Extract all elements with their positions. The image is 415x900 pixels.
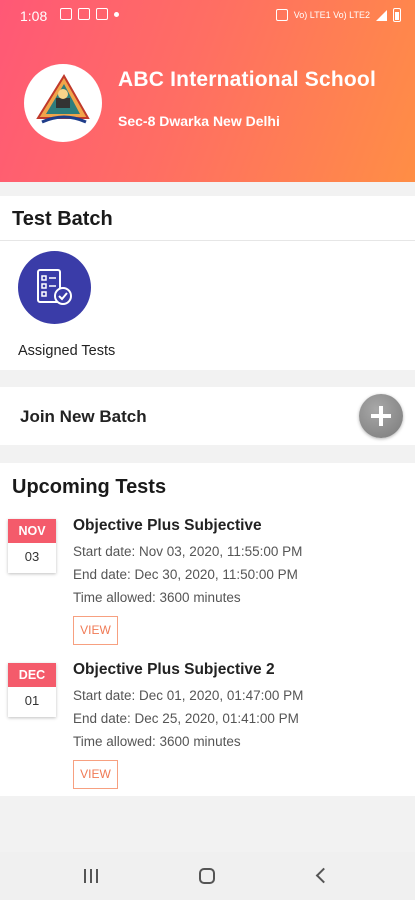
recents-icon[interactable] [84, 869, 100, 883]
status-time: 1:08 [20, 8, 48, 24]
test-start-date: Start date: Dec 01, 2020, 01:47:00 PM [73, 688, 304, 703]
upcoming-tests-title: Upcoming Tests [12, 476, 167, 498]
battery-icon [393, 8, 401, 22]
system-nav-bar [0, 852, 415, 900]
test-item: DEC 01 Objective Plus Subjective 2 Start… [0, 659, 415, 799]
back-icon[interactable] [315, 867, 332, 884]
view-button[interactable]: VIEW [73, 760, 118, 789]
signal-icon [376, 9, 387, 21]
assigned-tests-label: Assigned Tests [18, 343, 116, 359]
test-item: NOV 03 Objective Plus Subjective Start d… [0, 515, 415, 655]
test-batch-card: Test Batch Assigned Tests [0, 196, 415, 370]
header-banner: 1:08 Vo) LTE1 Vo) LTE2 ABC International… [0, 0, 415, 182]
divider [0, 240, 415, 241]
view-button[interactable]: VIEW [73, 616, 118, 645]
test-title: Objective Plus Subjective [73, 517, 262, 534]
wifi-icon [275, 9, 288, 21]
assigned-tests-tile[interactable]: Assigned Tests [18, 251, 128, 361]
date-day: 03 [24, 549, 40, 564]
test-end-date: End date: Dec 25, 2020, 01:41:00 PM [73, 711, 299, 726]
add-batch-button[interactable] [359, 394, 403, 438]
join-batch-row[interactable]: Join New Batch [0, 387, 415, 445]
school-logo [24, 64, 102, 142]
school-name: ABC International School [118, 68, 376, 91]
test-time-allowed: Time allowed: 3600 minutes [73, 734, 241, 749]
date-badge: NOV 03 [8, 519, 56, 573]
test-time-allowed: Time allowed: 3600 minutes [73, 590, 241, 605]
notification-icon [60, 8, 72, 20]
test-end-date: End date: Dec 30, 2020, 11:50:00 PM [73, 567, 298, 582]
network-label: Vo) LTE1 Vo) LTE2 [293, 10, 370, 20]
date-month: DEC [8, 663, 56, 687]
join-batch-label: Join New Batch [20, 407, 147, 426]
upcoming-tests-card: Upcoming Tests NOV 03 Objective Plus Sub… [0, 463, 415, 796]
school-address: Sec-8 Dwarka New Delhi [118, 113, 280, 129]
test-start-date: Start date: Nov 03, 2020, 11:55:00 PM [73, 544, 303, 559]
test-title: Objective Plus Subjective 2 [73, 661, 275, 678]
test-batch-title: Test Batch [12, 208, 113, 230]
date-month: NOV [8, 519, 56, 543]
dropbox-icon [96, 8, 108, 20]
home-icon[interactable] [199, 868, 215, 884]
gallery-icon [78, 8, 90, 20]
date-day: 01 [24, 693, 40, 708]
checklist-icon [18, 251, 91, 324]
date-badge: DEC 01 [8, 663, 56, 717]
status-bar: 1:08 Vo) LTE1 Vo) LTE2 [0, 0, 415, 32]
dot-icon [114, 11, 119, 17]
